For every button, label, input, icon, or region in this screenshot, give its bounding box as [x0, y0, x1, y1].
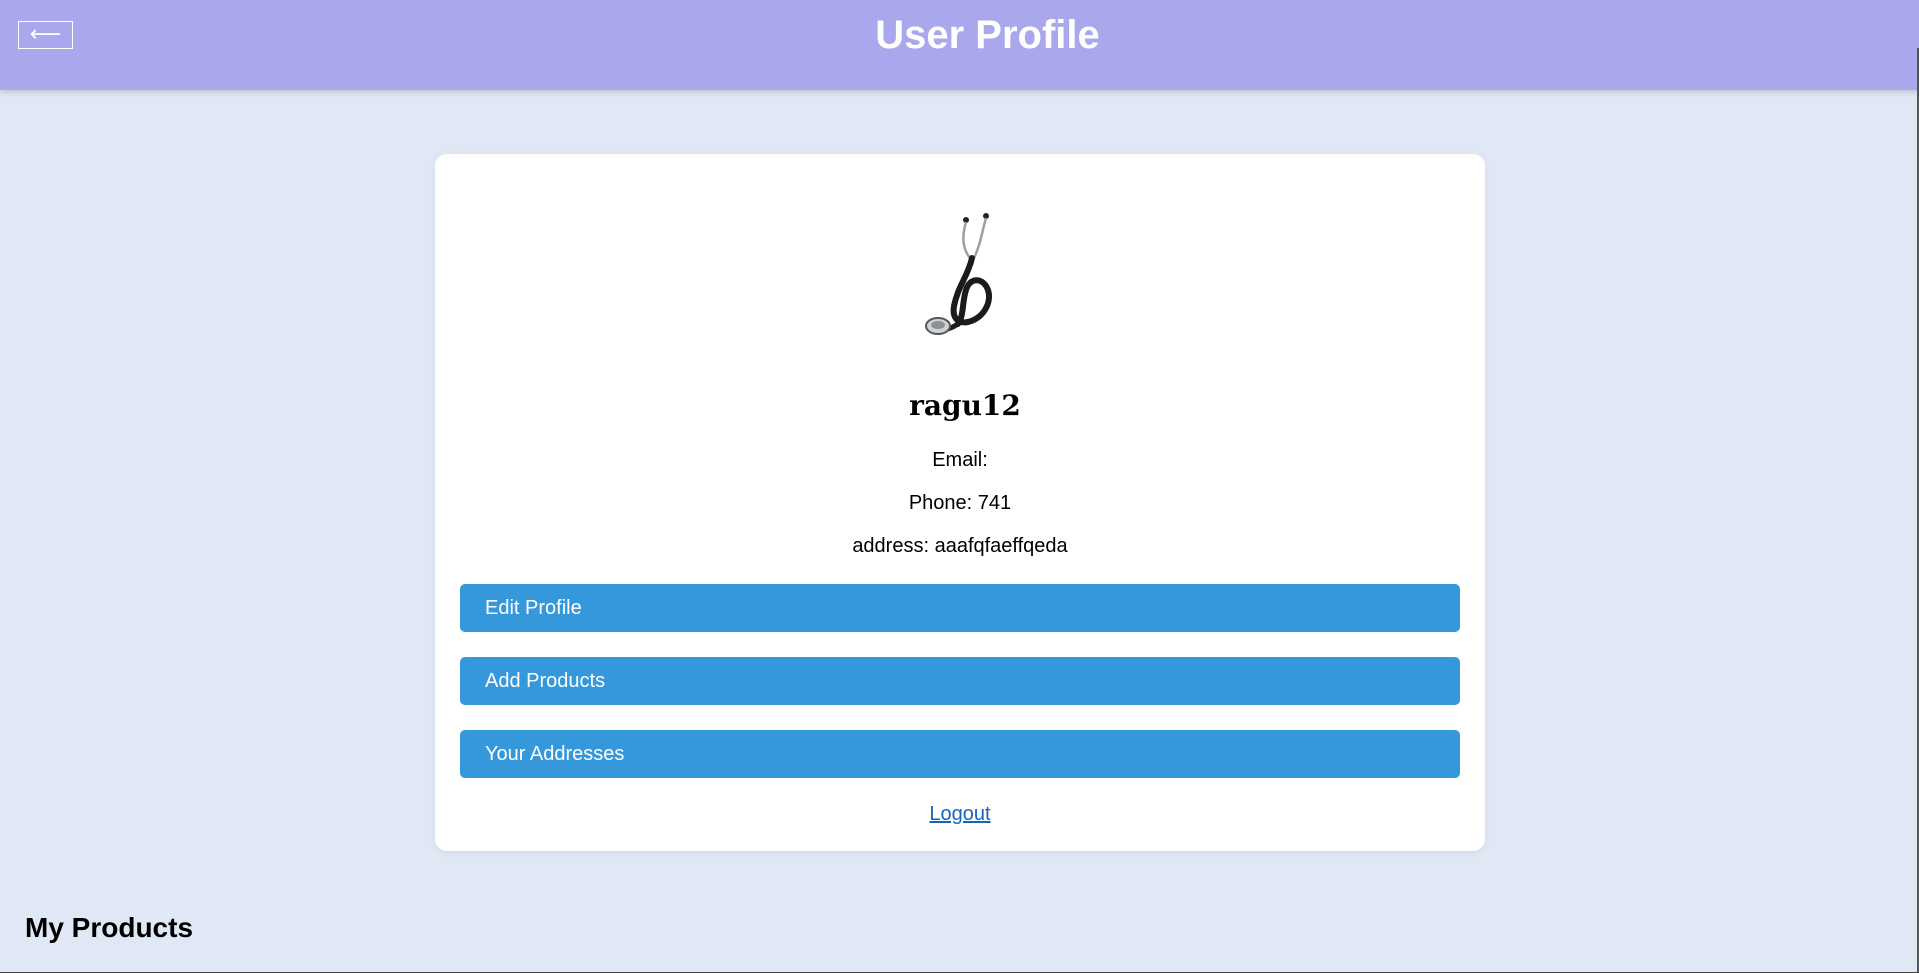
- email-text: Email:: [932, 449, 988, 471]
- logout-link[interactable]: Logout: [929, 803, 990, 825]
- add-products-button[interactable]: Add Products: [460, 657, 1460, 705]
- username: ragu12: [909, 389, 1021, 422]
- profile-card: ragu12 Email: Phone: 741 address: aaafqf…: [435, 154, 1485, 851]
- edit-profile-button[interactable]: Edit Profile: [460, 584, 1460, 632]
- page-title: User Profile: [875, 13, 1100, 57]
- phone-text: Phone: 741: [908, 492, 1012, 514]
- stethoscope-icon: [925, 213, 992, 335]
- my-products-heading: My Products: [25, 912, 194, 943]
- app-header: ⟵ User Profile: [0, 0, 1919, 90]
- address-text: address: aaafqfaeffqeda: [852, 535, 1068, 557]
- logout-container: Logout: [435, 803, 1485, 826]
- your-addresses-button[interactable]: Your Addresses: [460, 730, 1460, 778]
